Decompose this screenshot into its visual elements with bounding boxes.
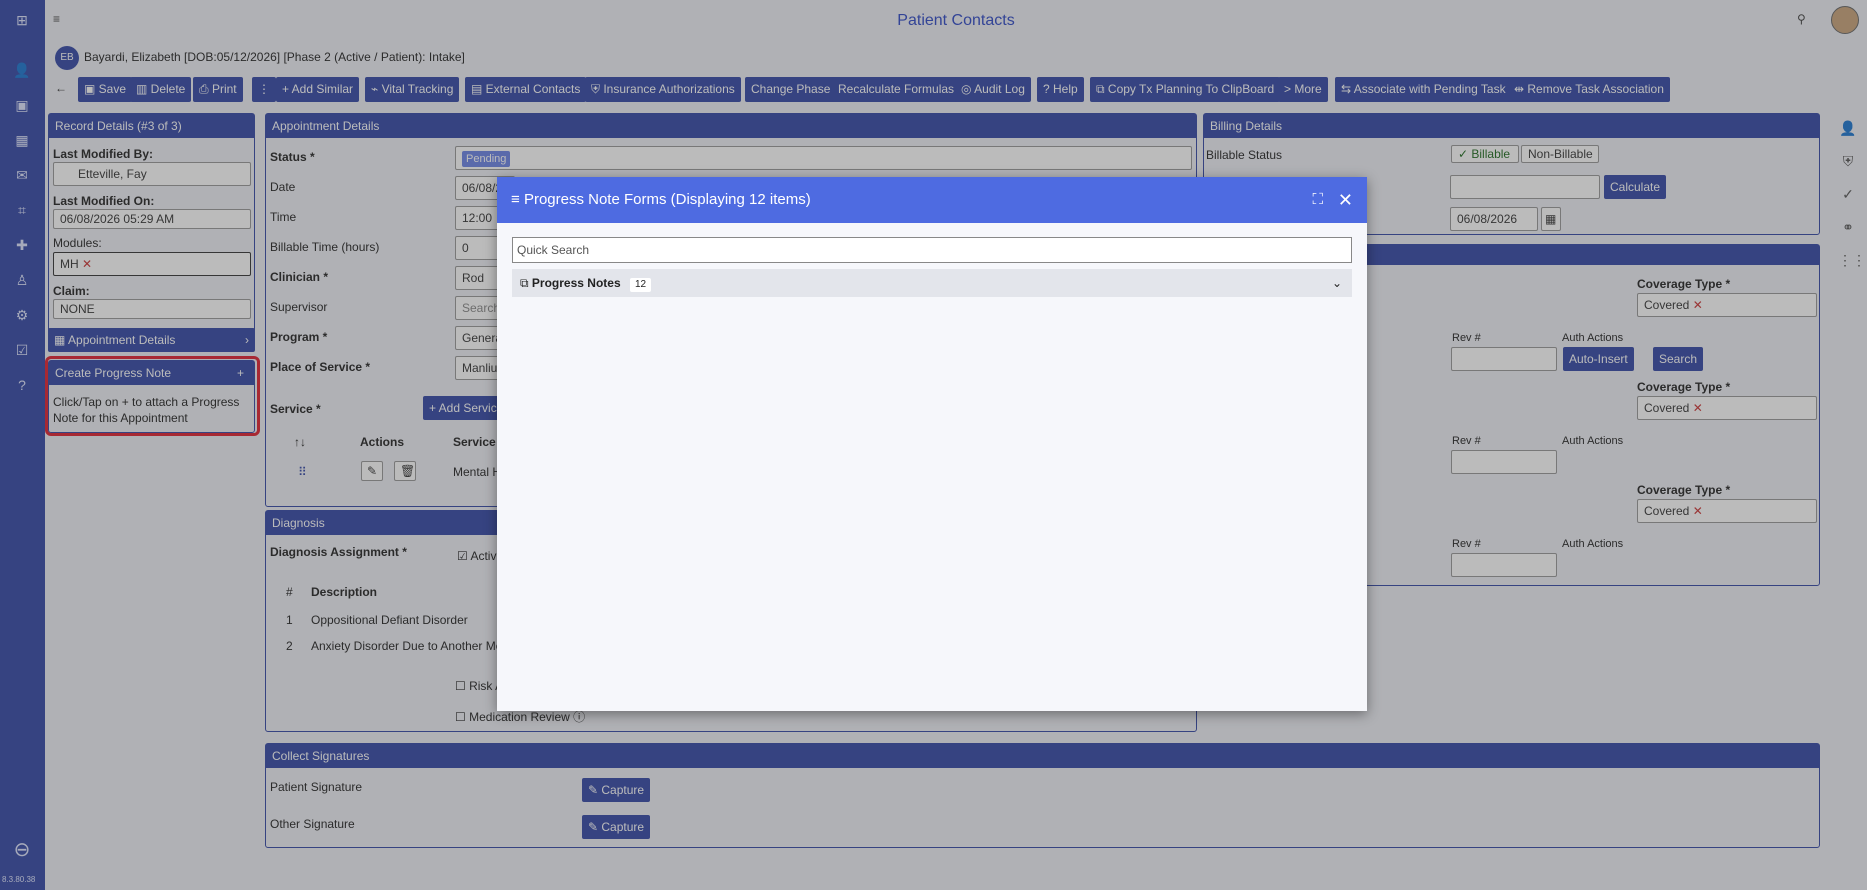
progress-note-forms-modal: ≡ Progress Note Forms (Displaying 12 ite…: [497, 177, 1367, 711]
group-count-badge: 12: [629, 278, 652, 292]
progress-notes-group[interactable]: ⧉ Progress Notes 12 ⌄: [512, 269, 1352, 297]
modal-title: Progress Note Forms (Displaying 12 items…: [523, 191, 811, 208]
modal-header: ≡ Progress Note Forms (Displaying 12 ite…: [497, 177, 1367, 223]
menu-icon: ≡: [511, 191, 520, 208]
group-label: Progress Notes: [531, 276, 621, 290]
chevron-down-icon[interactable]: ⌄: [1332, 269, 1342, 297]
maximize-icon[interactable]: ⛶: [1312, 177, 1323, 223]
close-icon[interactable]: ✕: [1338, 177, 1353, 223]
quick-search-input[interactable]: Quick Search: [512, 237, 1352, 263]
copy-icon: ⧉: [520, 276, 529, 290]
